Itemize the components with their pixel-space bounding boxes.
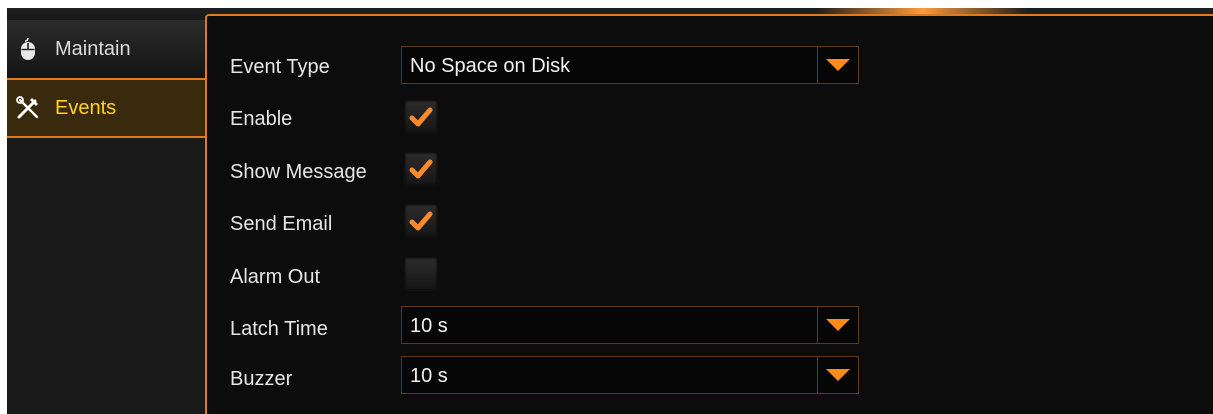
event-type-value: No Space on Disk xyxy=(410,55,571,77)
enable-checkbox[interactable] xyxy=(404,100,438,134)
event-type-label: Event Type xyxy=(230,56,330,78)
latch-time-label: Latch Time xyxy=(230,318,328,340)
send-email-checkbox[interactable] xyxy=(404,204,438,238)
dropdown-arrow-icon[interactable] xyxy=(817,357,858,393)
send-email-label: Send Email xyxy=(230,213,333,235)
alarm-out-checkbox[interactable] xyxy=(404,257,438,291)
dvr-screen: Maintain Events Event Type No Space on D… xyxy=(7,8,1213,414)
enable-label: Enable xyxy=(230,108,293,130)
checkmark-icon xyxy=(409,107,433,127)
sidebar: Maintain Events xyxy=(7,14,207,414)
alarm-out-label: Alarm Out xyxy=(230,266,321,288)
events-settings-panel: Event Type No Space on Disk Enable Show … xyxy=(205,14,1213,414)
buzzer-label: Buzzer xyxy=(230,368,293,390)
tools-icon xyxy=(15,95,41,121)
checkmark-icon xyxy=(409,211,433,231)
buzzer-select[interactable]: 10 s xyxy=(401,356,859,394)
show-message-label: Show Message xyxy=(230,161,367,183)
dropdown-arrow-icon[interactable] xyxy=(817,307,858,343)
buzzer-value: 10 s xyxy=(410,365,448,387)
event-type-select[interactable]: No Space on Disk xyxy=(401,46,859,84)
sidebar-item-label: Events xyxy=(55,96,117,119)
show-message-checkbox[interactable] xyxy=(404,152,438,186)
dropdown-arrow-icon[interactable] xyxy=(817,47,858,83)
sidebar-item-label: Maintain xyxy=(55,37,131,60)
sidebar-item-events[interactable]: Events xyxy=(7,78,207,138)
latch-time-select[interactable]: 10 s xyxy=(401,306,859,344)
checkmark-icon xyxy=(409,159,433,179)
latch-time-value: 10 s xyxy=(410,315,448,337)
sidebar-item-maintain[interactable]: Maintain xyxy=(7,20,207,79)
mouse-icon xyxy=(15,36,41,62)
